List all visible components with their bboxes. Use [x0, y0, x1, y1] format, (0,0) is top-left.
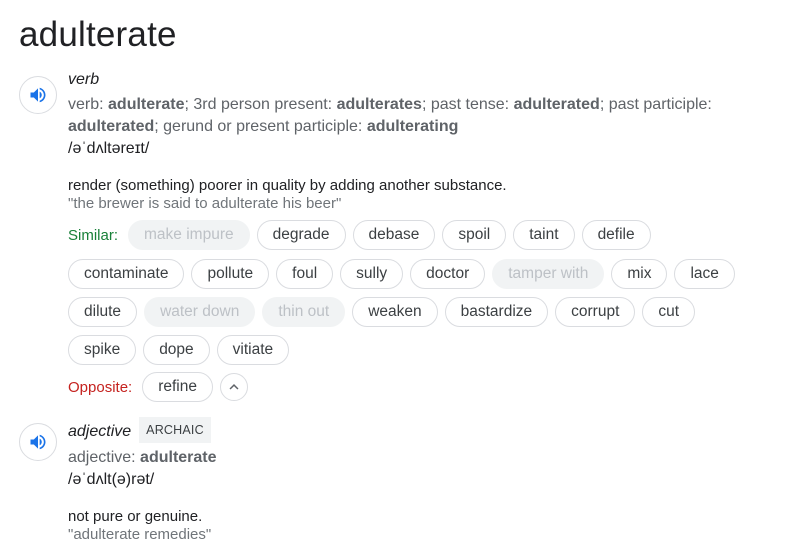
synonym-chip[interactable]: water down — [144, 297, 256, 327]
forms-label: ; gerund or present participle: — [154, 118, 367, 135]
synonym-chip[interactable]: dilute — [68, 297, 138, 327]
archaic-badge: ARCHAIC — [139, 417, 211, 443]
synonym-chip[interactable]: lace — [674, 259, 735, 289]
forms-label: ; 3rd person present: — [184, 96, 337, 113]
synonym-chip[interactable]: defile — [581, 220, 651, 250]
adjective-sense: adjective ARCHAIC adjective: adulterate /… — [68, 417, 791, 544]
synonym-chip[interactable]: corrupt — [555, 297, 636, 327]
opposite-label: Opposite: — [68, 378, 133, 396]
part-of-speech-verb: verb — [68, 71, 100, 88]
form-adjective: adulterate — [140, 449, 217, 466]
synonym-chip[interactable]: taint — [513, 220, 575, 250]
similar-row-1: Similar: make impure degrade debase spoil ta… — [68, 220, 658, 250]
volume-icon — [30, 434, 46, 450]
verb-forms: verb: adulterate; 3rd person present: ad… — [68, 94, 791, 138]
synonym-chip[interactable]: vitiate — [216, 335, 290, 365]
collapse-button[interactable] — [220, 373, 248, 401]
forms-label: verb: — [68, 96, 109, 113]
synonym-chip[interactable]: weaken — [352, 297, 438, 327]
example: "adulterate remedies" — [68, 526, 212, 543]
chevron-up-icon — [229, 384, 239, 390]
similar-row-2: contaminate pollute foul sully doctor tamper … — [68, 259, 742, 289]
pronounce-adjective-button[interactable] — [19, 423, 57, 461]
pos-label: adjective — [68, 423, 132, 440]
synonym-chip[interactable]: pollute — [191, 259, 270, 289]
phonetic: /əˈdʌlt(ə)rət/ — [68, 471, 155, 488]
example: "the brewer is said to adulterate his be… — [68, 195, 342, 212]
definition: not pure or genuine. — [68, 508, 203, 525]
similar-label: Similar: — [68, 226, 119, 244]
phonetic: /əˈdʌltəreɪt/ — [68, 140, 150, 157]
adjective-forms: adjective: adulterate — [68, 447, 791, 469]
forms-label: ; past tense: — [421, 96, 514, 113]
synonym-chip[interactable]: thin out — [262, 297, 346, 327]
pronounce-verb-button[interactable] — [19, 76, 57, 114]
synonym-chip[interactable]: mix — [611, 259, 668, 289]
synonym-chip[interactable]: tamper with — [492, 259, 605, 289]
form-past-tense: adulterated — [513, 96, 600, 113]
forms-label: ; past participle: — [599, 96, 712, 113]
synonym-chip[interactable]: debase — [352, 220, 436, 250]
synonym-chip[interactable]: cut — [642, 297, 696, 327]
synonym-chip[interactable]: sully — [340, 259, 404, 289]
synonym-chip[interactable]: degrade — [256, 220, 346, 250]
form-past-participle: adulterated — [68, 118, 155, 135]
synonym-chip[interactable]: make impure — [128, 220, 250, 250]
form-3rd-person: adulterates — [336, 96, 422, 113]
similar-row-3: dilute water down thin out weaken bastardize… — [68, 297, 702, 327]
form-verb: adulterate — [108, 96, 185, 113]
opposite-row: Opposite: refine — [68, 372, 248, 402]
synonym-chip[interactable]: contaminate — [68, 259, 185, 289]
similar-row-4: spike dope vitiate — [68, 335, 296, 365]
antonym-chip[interactable]: refine — [142, 372, 213, 402]
form-gerund: adulterating — [366, 118, 459, 135]
synonym-chip[interactable]: spike — [68, 335, 137, 365]
part-of-speech-adjective: adjective ARCHAIC — [68, 417, 791, 443]
volume-icon — [30, 87, 46, 103]
synonym-chip[interactable]: doctor — [410, 259, 486, 289]
verb-sense: verb verb: adulterate; 3rd person presen… — [68, 70, 791, 213]
headword: adulterate — [19, 15, 177, 54]
forms-label: adjective: — [68, 449, 141, 466]
synonym-chip[interactable]: bastardize — [444, 297, 549, 327]
synonym-chip[interactable]: foul — [276, 259, 334, 289]
synonym-chip[interactable]: spoil — [442, 220, 507, 250]
definition: render (something) poorer in quality by … — [68, 177, 507, 194]
synonym-chip[interactable]: dope — [143, 335, 210, 365]
